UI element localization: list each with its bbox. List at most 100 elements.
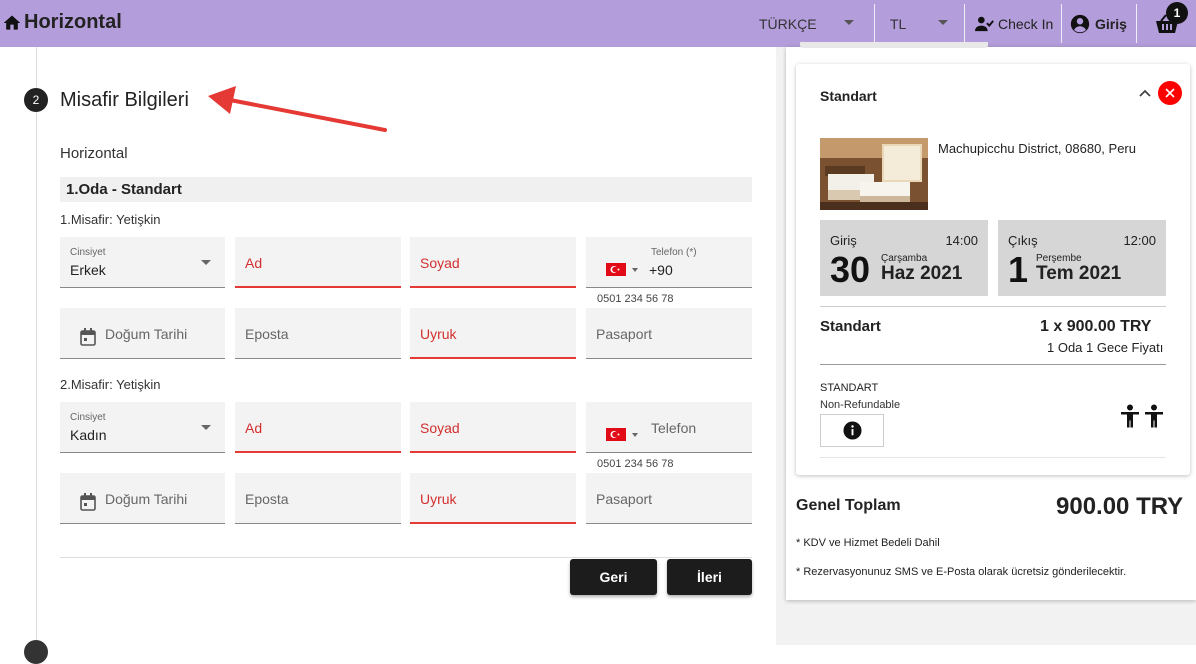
phone-label: Telefon (*) <box>651 247 697 258</box>
hotel-address: Machupicchu District, 08680, Peru <box>938 141 1136 156</box>
guest-2-phone-input[interactable]: Telefon <box>586 402 752 453</box>
rate-name: STANDART <box>820 382 879 394</box>
room-price: 1 x 900.00 TRY <box>1040 318 1152 335</box>
step-title: Misafir Bilgileri <box>60 89 189 111</box>
room-title: 1.Oda - Standart <box>60 177 752 202</box>
form-divider <box>60 557 752 558</box>
chevron-up-icon[interactable] <box>1138 86 1152 100</box>
header-divider <box>874 4 875 43</box>
check-in-label: Check In <box>998 15 1054 32</box>
guest-1-passport-input[interactable]: Pasaport <box>586 308 752 359</box>
guest-2-last-name-input[interactable]: Soyad <box>410 402 576 453</box>
chevron-down-icon <box>632 268 638 272</box>
calendar-icon <box>80 493 96 511</box>
checkin-date-box: Giriş 14:00 30 Çarşamba Haz 2021 <box>820 220 988 296</box>
checkout-time: 12:00 <box>1123 233 1156 248</box>
next-button[interactable]: İleri <box>667 559 752 595</box>
cart-count-badge: 1 <box>1166 2 1188 24</box>
gender-label: Cinsiyet <box>70 247 106 258</box>
account-circle-icon <box>1070 14 1090 33</box>
summary-divider <box>820 364 1166 365</box>
guest-2-email-input[interactable]: Eposta <box>235 473 401 524</box>
gender-value: Erkek <box>70 262 106 278</box>
currency-select[interactable]: TL <box>876 0 960 47</box>
room-name: Standart <box>820 318 881 335</box>
phone-label: Telefon <box>651 420 697 436</box>
brand-name: Horizontal <box>24 11 122 33</box>
currency-value: TL <box>890 15 907 32</box>
guest-2-nationality-input[interactable]: Uyruk <box>410 473 576 524</box>
hotel-name: Horizontal <box>60 145 128 162</box>
nationality-label: Uyruk <box>420 326 457 342</box>
guest-2-first-name-input[interactable]: Ad <box>235 402 401 453</box>
guest-1-last-name-input[interactable]: Soyad <box>410 237 576 288</box>
first-name-label: Ad <box>245 255 263 271</box>
sms-note: * Rezervasyonunuz SMS ve E-Posta olarak … <box>796 566 1127 578</box>
calendar-icon <box>80 328 96 346</box>
summary-divider <box>820 457 1166 458</box>
passport-label: Pasaport <box>596 491 653 507</box>
guest-1-first-name-input[interactable]: Ad <box>235 237 401 288</box>
chevron-down-icon <box>201 425 211 430</box>
chevron-down-icon <box>632 433 638 437</box>
nationality-label: Uyruk <box>420 491 457 507</box>
brand-logo[interactable]: Horizontal <box>2 11 122 34</box>
next-step-badge <box>24 640 48 664</box>
grand-total-value: 900.00 TRY <box>1056 493 1184 520</box>
rate-policy: Non-Refundable <box>820 399 901 411</box>
red-arrow-annotation <box>208 86 387 132</box>
summary-top-tab <box>800 42 988 48</box>
guest-2-label: 2.Misafir: Yetişkin <box>60 377 161 392</box>
checkin-day: 30 <box>830 249 871 290</box>
turkey-flag-icon[interactable] <box>606 263 626 276</box>
gender-label: Cinsiyet <box>70 412 106 423</box>
checkout-month-year: Tem 2021 <box>1036 263 1122 284</box>
guest-2-gender-select[interactable]: Cinsiyet Kadın <box>60 402 225 453</box>
checkin-time: 14:00 <box>945 233 978 248</box>
language-select[interactable]: TÜRKÇE <box>744 0 866 47</box>
last-name-label: Soyad <box>420 255 460 271</box>
room-type-title: Standart <box>820 88 877 104</box>
guest-2-passport-input[interactable]: Pasaport <box>586 473 752 524</box>
gender-value: Kadın <box>70 427 107 443</box>
turkey-flag-icon[interactable] <box>606 428 626 441</box>
email-label: Eposta <box>245 326 289 342</box>
rate-info-button[interactable] <box>820 414 884 447</box>
adult-person-icon <box>1121 404 1163 428</box>
header-divider <box>964 4 965 43</box>
phone-value: +90 <box>649 262 673 278</box>
checkout-date-box: Çıkış 12:00 1 Perşembe Tem 2021 <box>998 220 1166 296</box>
last-name-label: Soyad <box>420 420 460 436</box>
passport-label: Pasaport <box>596 326 653 342</box>
guest-1-nationality-input[interactable]: Uyruk <box>410 308 576 359</box>
checkin-label: Giriş <box>830 233 857 248</box>
guest-1-email-input[interactable]: Eposta <box>235 308 401 359</box>
back-button[interactable]: Geri <box>570 559 657 595</box>
checkout-day: 1 <box>1008 249 1029 290</box>
remove-room-button[interactable] <box>1158 81 1182 105</box>
home-icon <box>3 15 21 30</box>
header-divider <box>1136 4 1137 43</box>
guest-2-birth-date-input[interactable]: Doğum Tarihi <box>60 473 225 524</box>
checkout-label: Çıkış <box>1008 233 1038 248</box>
birth-date-label: Doğum Tarihi <box>105 491 188 507</box>
chevron-down-icon <box>938 20 948 25</box>
chevron-down-icon <box>201 260 211 265</box>
checkin-month-year: Haz 2021 <box>881 263 963 284</box>
check-in-button[interactable]: Check In <box>975 0 1053 47</box>
chevron-down-icon <box>844 20 854 25</box>
email-label: Eposta <box>245 491 289 507</box>
room-price-note: 1 Oda 1 Gece Fiyatı <box>1047 340 1164 355</box>
login-button[interactable]: Giriş <box>1069 0 1127 47</box>
guest-1-phone-input[interactable]: Telefon (*) +90 <box>586 237 752 288</box>
phone-hint: 0501 234 56 78 <box>597 458 674 470</box>
language-value: TÜRKÇE <box>759 15 817 32</box>
info-icon <box>842 421 862 440</box>
login-label: Giriş <box>1095 15 1127 32</box>
person-check-icon <box>975 16 994 31</box>
hotel-room-photo <box>820 138 928 210</box>
guest-1-birth-date-input[interactable]: Doğum Tarihi <box>60 308 225 359</box>
guest-1-gender-select[interactable]: Cinsiyet Erkek <box>60 237 225 288</box>
stepper-line <box>36 47 37 645</box>
step-number-badge: 2 <box>24 88 48 112</box>
